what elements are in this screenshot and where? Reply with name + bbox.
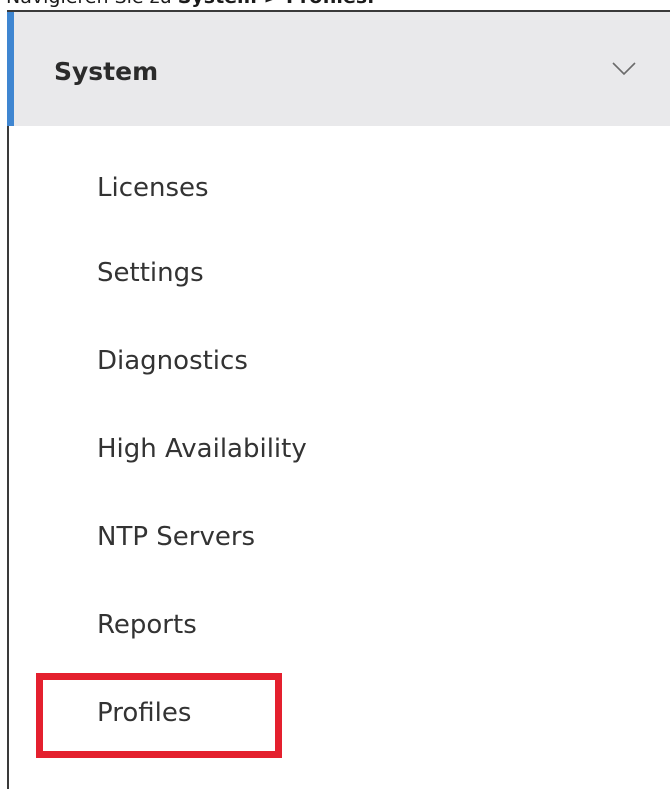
profiles-highlight-box bbox=[36, 673, 282, 758]
menu-item-diagnostics[interactable]: Diagnostics bbox=[97, 345, 248, 377]
menu-section-title: System bbox=[54, 57, 159, 86]
instruction-caption: Navigieren Sie zu System > Profiles. bbox=[6, 0, 374, 9]
caption-bold: System > Profiles. bbox=[178, 0, 375, 8]
menu-item-settings[interactable]: Settings bbox=[97, 257, 204, 289]
chevron-down-icon[interactable] bbox=[612, 62, 636, 76]
menu-item-licenses[interactable]: Licenses bbox=[97, 172, 209, 204]
menu-item-reports[interactable]: Reports bbox=[97, 609, 197, 641]
caption-prefix: Navigieren Sie zu bbox=[6, 0, 178, 8]
menu-item-ntp-servers[interactable]: NTP Servers bbox=[97, 521, 255, 553]
menu-item-high-availability[interactable]: High Availability bbox=[97, 433, 307, 465]
menu-section-system[interactable]: System bbox=[7, 12, 670, 126]
screenshot-stage: Navigieren Sie zu System > Profiles. Sys… bbox=[0, 0, 670, 789]
